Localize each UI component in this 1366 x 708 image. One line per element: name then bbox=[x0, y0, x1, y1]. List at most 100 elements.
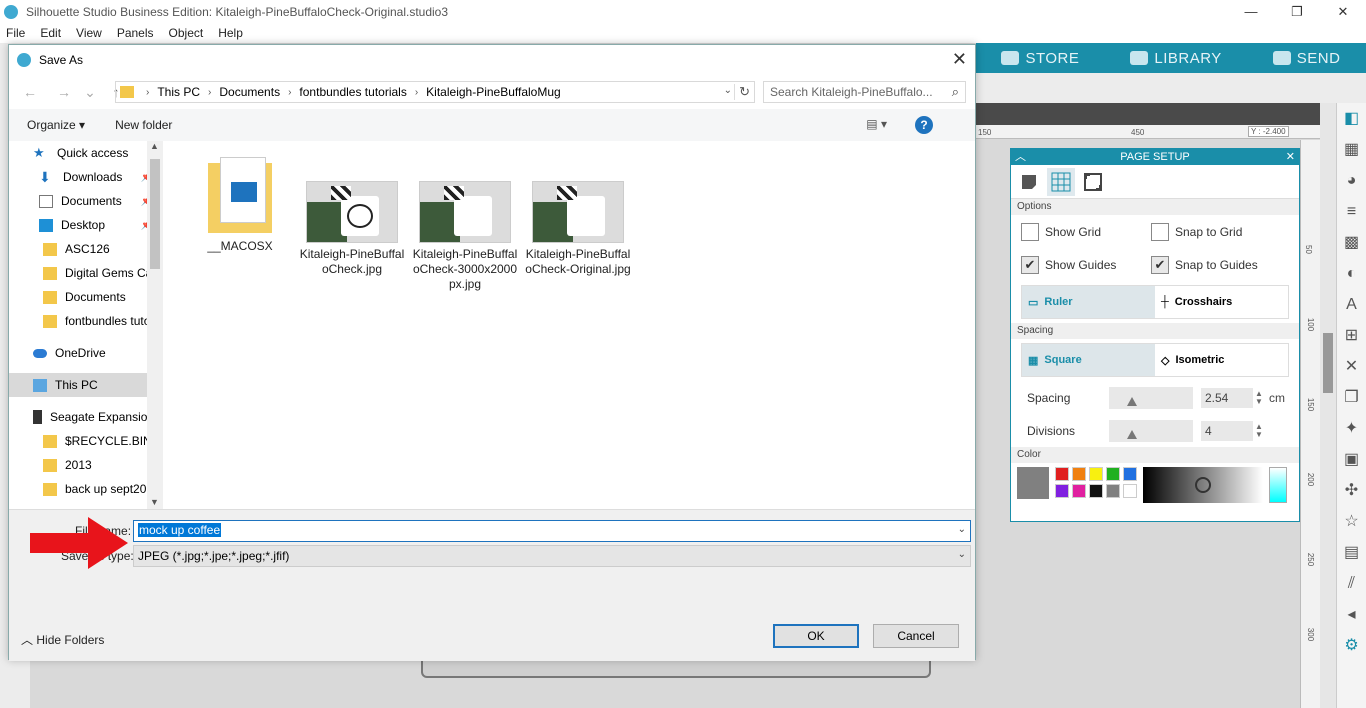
scrollbar-thumb[interactable] bbox=[1323, 333, 1333, 393]
offset-icon[interactable]: ▣ bbox=[1341, 449, 1363, 471]
recent-chevron-icon[interactable]: ⌄ bbox=[79, 84, 101, 101]
fill-palette-icon[interactable]: ◕ bbox=[1341, 170, 1363, 192]
nav-item[interactable]: ★ Quick access bbox=[9, 141, 163, 165]
square-option[interactable]: ▦ Square bbox=[1022, 344, 1155, 376]
save-type-select[interactable]: JPEG (*.jpg;*.jpe;*.jpeg;*.jfif) ⌄ bbox=[133, 545, 971, 567]
divisions-stepper[interactable]: ▲ ▼ bbox=[1255, 422, 1265, 439]
chevron-down-icon[interactable]: ⌄ bbox=[724, 85, 732, 96]
spacing-input[interactable]: 2.54 bbox=[1201, 387, 1253, 408]
menu-file[interactable]: File bbox=[6, 26, 25, 40]
breadcrumb-fontbundles[interactable]: fontbundles tutorials bbox=[299, 85, 406, 99]
color-gradient[interactable] bbox=[1143, 467, 1263, 503]
color-swatch[interactable] bbox=[1055, 467, 1069, 481]
nav-item[interactable]: This PC bbox=[9, 373, 163, 397]
breadcrumb-documents[interactable]: Documents bbox=[219, 85, 280, 99]
hide-folders-button[interactable]: ︿ Hide Folders bbox=[21, 631, 104, 648]
isometric-option[interactable]: ◇ Isometric bbox=[1155, 344, 1288, 376]
address-bar[interactable]: › This PC › Documents › fontbundles tuto… bbox=[115, 81, 755, 103]
scrollbar-thumb[interactable] bbox=[150, 159, 160, 269]
nav-item[interactable]: $RECYCLE.BIN bbox=[9, 429, 163, 453]
forward-arrow-icon[interactable]: → bbox=[53, 84, 75, 100]
nav-item[interactable]: ASC126 bbox=[9, 237, 163, 261]
line-style-icon[interactable]: ≡ bbox=[1341, 201, 1363, 223]
menu-help[interactable]: Help bbox=[218, 26, 243, 40]
nav-item[interactable]: Documents bbox=[9, 285, 163, 309]
trace-icon[interactable]: ✣ bbox=[1341, 480, 1363, 502]
color-swatch[interactable] bbox=[1072, 467, 1086, 481]
replicate-icon[interactable]: ❐ bbox=[1341, 387, 1363, 409]
show-grid-checkbox[interactable]: Show Grid bbox=[1021, 222, 1151, 241]
spacing-slider[interactable] bbox=[1109, 386, 1193, 409]
transform-icon[interactable]: ✕ bbox=[1341, 356, 1363, 378]
color-swatch[interactable] bbox=[1055, 484, 1069, 498]
nav-item[interactable]: ⬇Downloads📌 bbox=[9, 165, 163, 189]
refresh-icon[interactable]: ↻ bbox=[734, 84, 750, 100]
collapse-icon[interactable]: ︿ bbox=[1015, 149, 1026, 165]
gradient-icon[interactable]: ◐ bbox=[1341, 263, 1363, 285]
canvas-scrollbar[interactable] bbox=[1320, 103, 1336, 708]
menu-edit[interactable]: Edit bbox=[40, 26, 61, 40]
page-setup-icon[interactable]: ◧ bbox=[1341, 108, 1363, 130]
color-swatch[interactable] bbox=[1106, 484, 1120, 498]
breadcrumb-current-folder[interactable]: Kitaleigh-PineBuffaloMug bbox=[426, 85, 561, 99]
tab-grid[interactable] bbox=[1047, 167, 1075, 196]
breadcrumb-this-pc[interactable]: This PC bbox=[157, 85, 200, 99]
show-guides-checkbox[interactable]: ✔ Show Guides bbox=[1021, 255, 1151, 274]
nav-scrollbar[interactable]: ▲ ▼ bbox=[147, 141, 163, 509]
nav-item[interactable]: Digital Gems Cat bbox=[9, 261, 163, 285]
file-name-input[interactable]: mock up coffee ⌄ bbox=[133, 520, 971, 542]
color-swatch[interactable] bbox=[1106, 467, 1120, 481]
nav-item[interactable]: fontbundles tuto bbox=[9, 309, 163, 333]
menu-panels[interactable]: Panels bbox=[117, 26, 154, 40]
modify-icon[interactable]: ✦ bbox=[1341, 418, 1363, 440]
crosshairs-option[interactable]: ┼ Crosshairs bbox=[1155, 286, 1288, 318]
store-button[interactable]: STORE bbox=[1001, 50, 1079, 67]
search-input[interactable]: Search Kitaleigh-PineBuffalo... ⌕ bbox=[763, 81, 966, 103]
chevron-down-icon[interactable]: ⌄ bbox=[958, 524, 966, 535]
divisions-input[interactable]: 4 bbox=[1201, 420, 1253, 441]
ok-button[interactable]: OK bbox=[773, 624, 859, 648]
close-window-button[interactable]: ✕ bbox=[1320, 0, 1366, 23]
restore-button[interactable]: ❐ bbox=[1274, 0, 1320, 23]
cancel-button[interactable]: Cancel bbox=[873, 624, 959, 648]
menu-view[interactable]: View bbox=[76, 26, 102, 40]
settings-gear-icon[interactable]: ⚙ bbox=[1341, 635, 1363, 657]
minimize-button[interactable]: — bbox=[1228, 0, 1274, 23]
nav-item[interactable]: Documents📌 bbox=[9, 189, 163, 213]
organize-button[interactable]: Organize ▾ bbox=[27, 118, 85, 132]
tab-media[interactable] bbox=[1015, 168, 1043, 196]
nav-item[interactable]: 2013 bbox=[9, 453, 163, 477]
color-swatch[interactable] bbox=[1089, 484, 1103, 498]
tab-registration[interactable] bbox=[1079, 168, 1107, 196]
color-swatch[interactable] bbox=[1123, 484, 1137, 498]
star-shapes-icon[interactable]: ☆ bbox=[1341, 511, 1363, 533]
send-button[interactable]: SEND bbox=[1272, 50, 1341, 67]
color-swatch[interactable] bbox=[1072, 484, 1086, 498]
nav-item[interactable]: OneDrive bbox=[9, 341, 163, 365]
close-panel-icon[interactable]: ✕ bbox=[1286, 149, 1295, 165]
gradient-picker-handle[interactable] bbox=[1195, 477, 1211, 493]
layers-icon[interactable]: ▤ bbox=[1341, 542, 1363, 564]
nav-item[interactable]: Seagate Expansion bbox=[9, 405, 163, 429]
scroll-up-icon[interactable]: ▲ bbox=[150, 141, 159, 151]
slider-thumb[interactable] bbox=[1127, 396, 1137, 406]
file-item[interactable]: Kitaleigh-PineBuffaloCheck-Original.jpg bbox=[523, 181, 633, 277]
ruler-option[interactable]: ▭ Ruler bbox=[1022, 286, 1155, 318]
collapse-arrow-icon[interactable]: ◂ bbox=[1341, 604, 1363, 626]
view-options-icon[interactable]: ▤ ▾ bbox=[866, 117, 887, 131]
align-icon[interactable]: ⊞ bbox=[1341, 325, 1363, 347]
file-item[interactable]: Kitaleigh-PineBuffaloCheck.jpg bbox=[297, 181, 407, 277]
hue-slider[interactable] bbox=[1269, 467, 1287, 503]
current-color-swatch[interactable] bbox=[1017, 467, 1049, 499]
pixscan-icon[interactable]: ▦ bbox=[1341, 139, 1363, 161]
fill-pattern-icon[interactable]: ▩ bbox=[1341, 232, 1363, 254]
snap-to-grid-checkbox[interactable]: Snap to Grid bbox=[1151, 222, 1281, 241]
snap-to-guides-checkbox[interactable]: ✔ Snap to Guides bbox=[1151, 255, 1281, 274]
color-swatch[interactable] bbox=[1089, 467, 1103, 481]
text-style-icon[interactable]: A bbox=[1341, 294, 1363, 316]
scroll-down-icon[interactable]: ▼ bbox=[150, 497, 159, 507]
sketch-icon[interactable]: ⫽ bbox=[1341, 573, 1363, 595]
help-icon[interactable]: ? bbox=[915, 116, 933, 134]
nav-item[interactable]: Desktop📌 bbox=[9, 213, 163, 237]
color-swatch[interactable] bbox=[1123, 467, 1137, 481]
